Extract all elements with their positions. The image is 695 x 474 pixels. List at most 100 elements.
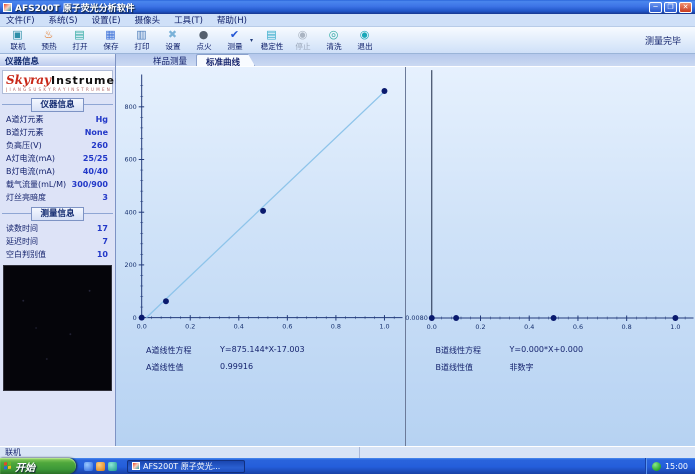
- svg-text:400: 400: [125, 208, 137, 216]
- logo-brand-red: Skyray: [6, 73, 52, 87]
- info-row: 灯丝亮暗度 3: [0, 191, 115, 204]
- info-value: None: [84, 128, 108, 137]
- preheat-button[interactable]: ♨ 预热: [33, 27, 64, 53]
- tab-row: 样品测量 标准曲线: [116, 54, 695, 67]
- svg-text:0.4: 0.4: [524, 323, 534, 331]
- ignite-button[interactable]: ● 点火: [188, 27, 219, 53]
- open-button[interactable]: ▤ 打开: [64, 27, 95, 53]
- connect-button[interactable]: ▣ 联机: [2, 27, 33, 53]
- menu-item-5[interactable]: 帮助(H): [217, 14, 247, 26]
- info-value: 25/25: [82, 154, 108, 163]
- windows-taskbar: 开始 AFS200T 原子荧光... 15:00: [0, 458, 695, 474]
- svg-text:0: 0: [133, 314, 137, 322]
- info-label: A灯电流(mA): [6, 154, 55, 163]
- maximize-button[interactable]: ❐: [664, 1, 677, 13]
- stability-button[interactable]: ▤ 稳定性: [256, 27, 287, 53]
- preheat-icon: ♨: [43, 27, 54, 41]
- svg-text:0.0: 0.0: [137, 322, 147, 330]
- exit-button[interactable]: ◉ 退出: [349, 27, 380, 53]
- info-label: 空白判别值: [6, 250, 46, 259]
- skyray-logo: SkyrayInstrument J I A N G S U S K Y R A…: [2, 70, 129, 94]
- info-value: 7: [102, 237, 108, 246]
- stability-label: 稳定性: [260, 41, 283, 51]
- tray-status-icon[interactable]: [651, 461, 661, 471]
- measure-icon: ✔: [229, 27, 240, 41]
- svg-text:0.8: 0.8: [331, 322, 341, 330]
- save-label: 保存: [102, 41, 119, 51]
- save-icon: ▦: [105, 27, 116, 41]
- info-row: 延迟时间 7: [0, 235, 115, 248]
- toolbar: ▣ 联机 ♨ 预热 ▤ 打开 ▦ 保存 ▥ 打印 ✖ 设置 ● 点火 ✔ 测量 ▾ ▤ 稳定性 ◉ 停止 ◎ 清洗 ◉ 退出 测量…: [0, 27, 695, 54]
- info-row: A道灯元素 Hg: [0, 113, 115, 126]
- minimize-button[interactable]: ─: [649, 1, 662, 13]
- svg-text:0.0: 0.0: [426, 323, 436, 331]
- settings-button[interactable]: ✖ 设置: [157, 27, 188, 53]
- info-row: 载气流量(mL/M) 300/900: [0, 178, 115, 191]
- menu-item-0[interactable]: 文件(F): [6, 14, 35, 26]
- info-row: B道灯元素 None: [0, 126, 115, 139]
- quick-launch-bar: [84, 461, 117, 471]
- quick-launch-icon[interactable]: [108, 461, 117, 471]
- svg-text:200: 200: [125, 261, 137, 269]
- flame-camera-view: [3, 265, 112, 391]
- channel-b-calibration-chart: 0.0 0.2 0.4 0.6 0.8 1.0 0.0080: [405, 70, 694, 331]
- a-linearity-label: A道线性值: [146, 363, 184, 372]
- windows-logo-icon: [4, 461, 12, 470]
- svg-text:0.6: 0.6: [572, 323, 582, 331]
- svg-text:600: 600: [125, 156, 137, 164]
- connection-status: 联机: [0, 447, 360, 458]
- clean-label: 清洗: [325, 41, 342, 51]
- info-label: 灯丝亮暗度: [6, 193, 46, 202]
- info-label: 延迟时间: [6, 237, 38, 246]
- menu-item-4[interactable]: 工具(T): [174, 14, 203, 26]
- clean-button[interactable]: ◎ 清洗: [318, 27, 349, 53]
- sidebar-title: 仪器信息: [0, 54, 115, 67]
- title-bar: AFS200T 原子荧光分析软件 ─ ❐ ✕: [0, 0, 695, 14]
- measure-button[interactable]: ✔ 测量: [219, 27, 250, 53]
- info-label: 读数时间: [6, 224, 38, 233]
- exit-label: 退出: [356, 41, 373, 51]
- tab-standard-curve[interactable]: 标准曲线: [196, 54, 255, 66]
- section-title: 测量信息: [31, 207, 84, 221]
- clean-icon: ◎: [328, 27, 339, 41]
- stop-icon: ◉: [297, 27, 308, 41]
- close-button[interactable]: ✕: [679, 1, 692, 13]
- quick-launch-icon[interactable]: [84, 461, 93, 471]
- info-row: A灯电流(mA) 25/25: [0, 152, 115, 165]
- info-value: 300/900: [71, 180, 108, 189]
- menu-item-1[interactable]: 系统(S): [49, 14, 78, 26]
- channel-a-chart-panel: 0.0 0.2 0.4 0.6 0.8 1.0 0 200 400 600 800 A道线性方程 Y…: [116, 67, 406, 446]
- a-equation-value: Y=875.144*X-17.003: [220, 345, 305, 354]
- print-button[interactable]: ▥ 打印: [126, 27, 157, 53]
- info-row: B灯电流(mA) 40/40: [0, 165, 115, 178]
- window-title: AFS200T 原子荧光分析软件: [15, 3, 135, 14]
- info-label: B灯电流(mA): [6, 167, 55, 176]
- measure-label: 测量: [226, 41, 243, 51]
- info-row: 读数时间 17: [0, 222, 115, 235]
- status-bar: 联机: [0, 446, 695, 458]
- connect-label: 联机: [9, 41, 26, 51]
- channel-a-calibration-chart: 0.0 0.2 0.4 0.6 0.8 1.0 0 200 400 600 800: [125, 74, 403, 330]
- menu-item-3[interactable]: 摄像头: [135, 14, 161, 26]
- section-header: 测量信息: [2, 207, 113, 221]
- main-area: 样品测量 标准曲线 0.0 0.2 0.4 0.6 0.8 1.0 0 200 400 600 800…: [116, 54, 695, 446]
- status-pane: [360, 447, 695, 458]
- svg-text:0.6: 0.6: [282, 322, 292, 330]
- measure-complete-status: 测量完毕: [644, 36, 681, 47]
- svg-text:0.2: 0.2: [475, 323, 485, 331]
- print-label: 打印: [133, 41, 150, 51]
- save-button[interactable]: ▦ 保存: [95, 27, 126, 53]
- info-label: 载气流量(mL/M): [6, 180, 67, 189]
- menu-item-2[interactable]: 设置(E): [92, 14, 121, 26]
- info-value: Hg: [95, 115, 108, 124]
- svg-text:1.0: 1.0: [379, 322, 389, 330]
- info-row: 空白判别值 10: [0, 248, 115, 261]
- quick-launch-icon[interactable]: [96, 461, 105, 471]
- taskbar-app-button[interactable]: AFS200T 原子荧光...: [127, 459, 245, 473]
- clock: 15:00: [664, 461, 688, 471]
- info-value: 40/40: [82, 167, 108, 176]
- b-equation-label: B道线性方程: [435, 346, 482, 355]
- start-button[interactable]: 开始: [0, 458, 76, 474]
- settings-label: 设置: [164, 41, 181, 51]
- tab-sample-measure[interactable]: 样品测量: [144, 54, 196, 67]
